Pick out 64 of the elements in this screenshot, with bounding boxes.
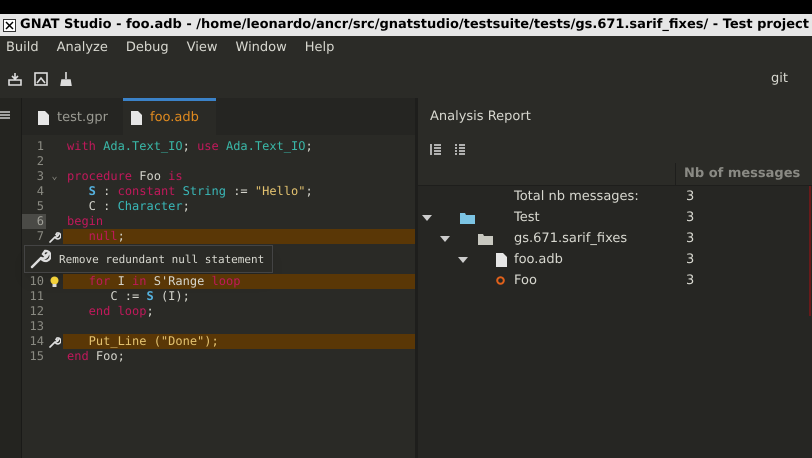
line-number: 14 — [30, 334, 44, 348]
line-number: 15 — [30, 349, 44, 363]
message-count: 3 — [686, 272, 694, 290]
collapse-all-icon[interactable] — [430, 142, 442, 156]
current-line-number: 6 — [22, 214, 46, 229]
message-count: 3 — [686, 250, 694, 269]
broom-icon[interactable] — [60, 72, 72, 86]
download-icon[interactable] — [8, 72, 22, 86]
tree-label[interactable]: Total nb messages: — [514, 186, 639, 206]
line-number: 10 — [30, 274, 44, 288]
file-icon — [131, 111, 142, 125]
line-number: 3 — [36, 169, 44, 183]
menu-item[interactable]: Debug — [120, 38, 175, 58]
code-line: end Foo; — [67, 349, 125, 363]
expander-icon[interactable] — [440, 236, 450, 242]
code-line: C := S (I); — [109, 289, 190, 303]
folder-icon — [478, 232, 493, 244]
menu-item[interactable]: View — [180, 38, 224, 58]
tooltip-text: Remove redundant null statement — [59, 252, 264, 266]
message-count: 3 — [686, 230, 694, 248]
window-title: GNAT Studio - foo.adb - /home/leonardo/ancr/src/gnatstudio/testsuite/tests/gs.671.sarif_fixes/ - Test project — [20, 16, 809, 34]
expander-icon[interactable] — [458, 256, 468, 262]
tree-label[interactable]: gs.671.sarif_fixes — [514, 228, 628, 248]
wrench-icon — [29, 248, 51, 270]
expand-all-icon[interactable] — [454, 142, 466, 156]
code-line: with Ada.Text_IO; use Ada.Text_IO; — [67, 139, 313, 153]
line-number: 13 — [30, 319, 44, 333]
expander-icon[interactable] — [422, 214, 432, 220]
tree-label[interactable]: Foo — [514, 270, 537, 290]
vcs-label[interactable]: git — [771, 69, 804, 89]
line-number: 4 — [36, 184, 44, 198]
menu-item[interactable]: Analyze — [50, 38, 114, 58]
code-line: end loop; — [88, 304, 154, 318]
menu-item[interactable]: Window — [230, 38, 293, 58]
fold-toggle[interactable]: ⌄ — [51, 169, 58, 184]
line-number: 2 — [36, 154, 44, 168]
tree-label[interactable]: Test — [514, 208, 540, 228]
lightbulb-icon[interactable] — [50, 276, 59, 288]
code-line: procedure Foo is — [67, 169, 183, 183]
line-number: 7 — [36, 229, 44, 243]
editor-tab[interactable]: test.gpr — [30, 98, 123, 135]
message-count: 3 — [686, 188, 694, 206]
entity-icon — [496, 276, 505, 285]
code-line: begin — [67, 214, 104, 228]
tree-label[interactable]: foo.adb — [514, 250, 563, 270]
wrench-icon[interactable] — [48, 336, 60, 348]
image-icon[interactable] — [34, 72, 48, 86]
menu-icon[interactable] — [0, 110, 10, 120]
line-number: 1 — [36, 139, 44, 153]
code-line: S : constant String := "Hello"; — [88, 184, 313, 198]
wrench-icon[interactable] — [48, 230, 60, 242]
line-number: 5 — [36, 199, 44, 213]
line-number: 11 — [30, 289, 44, 303]
code-line: C : Character; — [88, 199, 190, 213]
menu-item[interactable]: Help — [298, 38, 340, 58]
app-icon — [3, 18, 16, 32]
panel-title: Analysis Report — [430, 108, 531, 126]
file-icon — [496, 252, 507, 266]
editor-tab[interactable]: foo.adb — [123, 98, 216, 135]
line-number: 12 — [30, 304, 44, 318]
file-icon — [38, 111, 49, 125]
menu-item[interactable]: Build — [0, 38, 45, 58]
folder-icon — [460, 212, 475, 224]
message-count: 3 — [686, 208, 694, 227]
